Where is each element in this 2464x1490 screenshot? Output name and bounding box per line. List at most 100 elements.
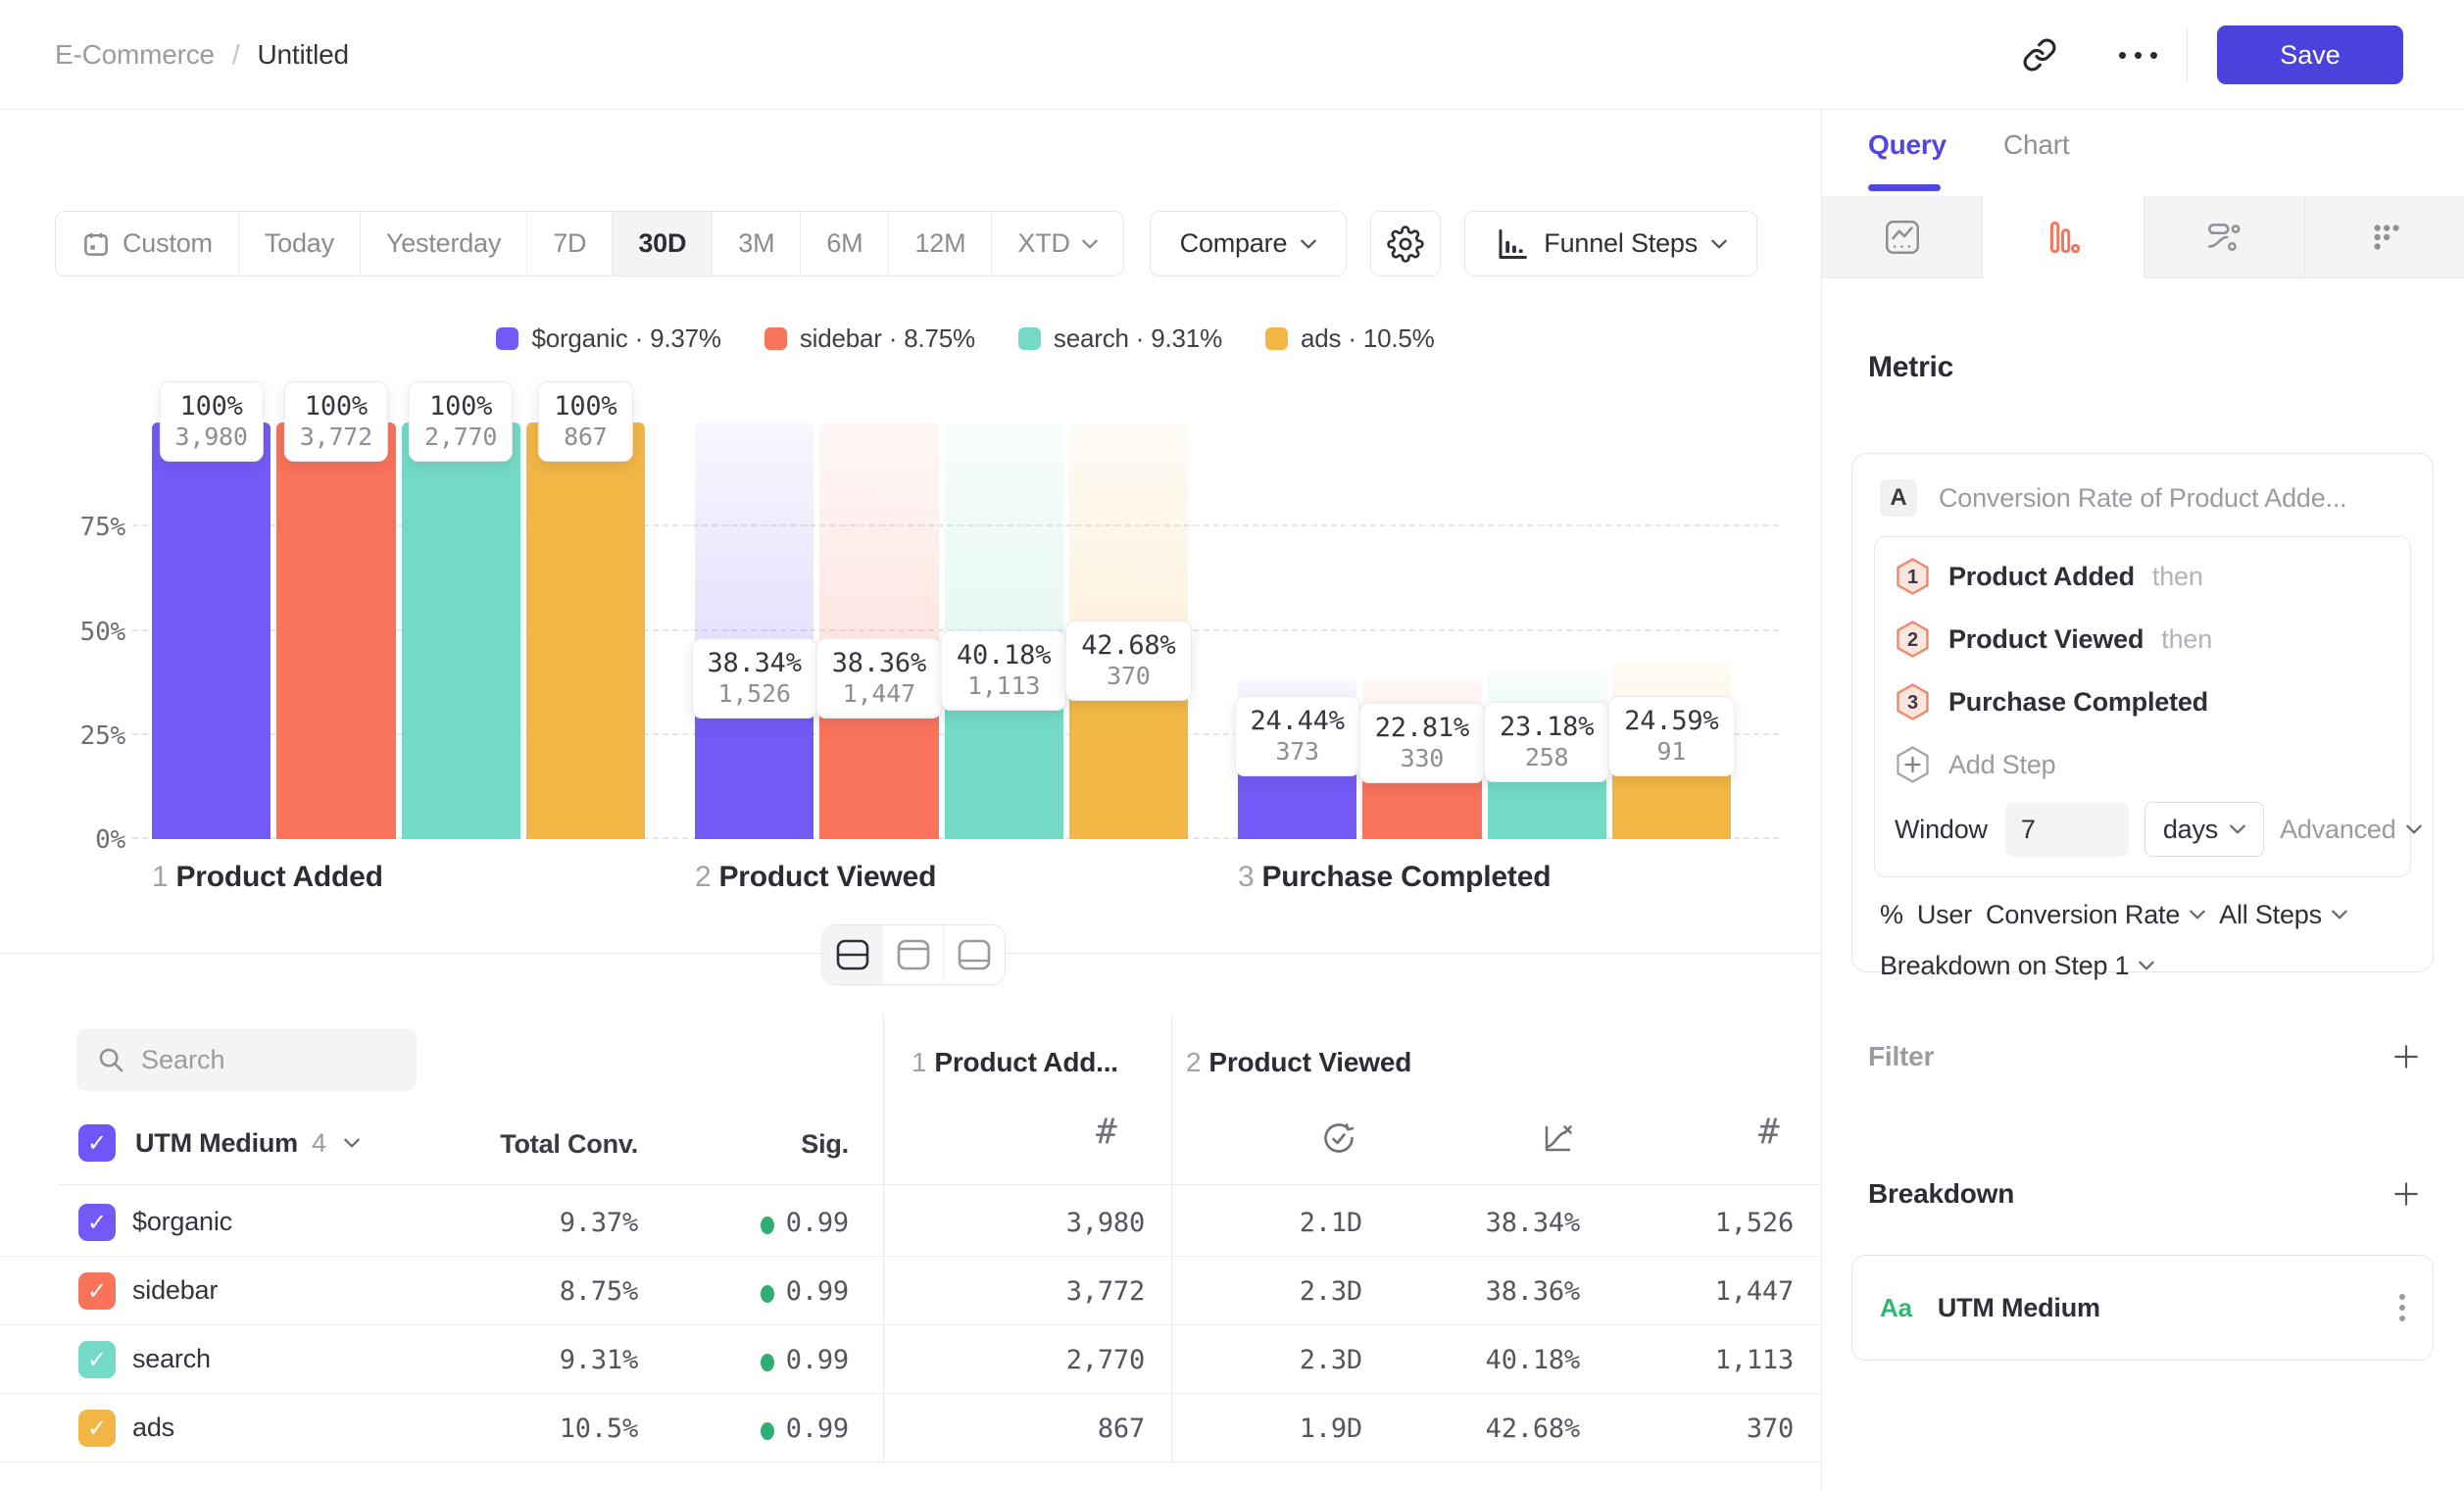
funnel-bar[interactable]: 22.81%330 bbox=[1362, 422, 1481, 839]
bar-pct: 42.68% bbox=[1081, 630, 1175, 662]
table-row[interactable]: ✓sidebar8.75%0.993,7722.3D38.36%1,447 bbox=[0, 1257, 1821, 1325]
query-step[interactable]: 1Product Addedthen bbox=[1875, 545, 2410, 608]
conv-rate-column-icon[interactable] bbox=[1539, 1119, 1576, 1162]
breakdown-column-header[interactable]: ✓ UTM Medium 4 bbox=[78, 1124, 360, 1162]
date-range-6m[interactable]: 6M bbox=[801, 212, 889, 275]
search-input[interactable] bbox=[141, 1045, 386, 1075]
add-filter-button[interactable] bbox=[2391, 1042, 2421, 1071]
tab-insights[interactable] bbox=[1822, 196, 1983, 278]
tab-flows[interactable] bbox=[2144, 196, 2305, 278]
row-sig: 0.99 bbox=[786, 1414, 849, 1444]
bar-count: 2,770 bbox=[424, 422, 497, 452]
table-row[interactable]: ✓search9.31%0.992,7702.3D40.18%1,113 bbox=[0, 1325, 1821, 1394]
count-column-icon[interactable]: # bbox=[1096, 1112, 1116, 1152]
table-search[interactable] bbox=[76, 1028, 417, 1091]
chevron-down-icon bbox=[2406, 824, 2422, 834]
funnel-bar[interactable]: 24.44%373 bbox=[1238, 422, 1356, 839]
funnel-bar[interactable]: 40.18%1,113 bbox=[945, 422, 1063, 839]
tab-chart[interactable]: Chart bbox=[2003, 129, 2069, 174]
chevron-down-icon bbox=[344, 1138, 360, 1148]
legend-item[interactable]: search · 9.31% bbox=[1018, 323, 1222, 354]
window-unit-select[interactable]: days bbox=[2144, 802, 2264, 857]
query-step[interactable]: 3Purchase Completed bbox=[1875, 670, 2410, 733]
row-sig: 0.99 bbox=[786, 1276, 849, 1307]
bar-pct: 38.34% bbox=[707, 648, 801, 679]
date-range-7d[interactable]: 7D bbox=[527, 212, 613, 275]
row-checkbox[interactable]: ✓ bbox=[78, 1341, 116, 1378]
layout-table-only-button[interactable] bbox=[944, 925, 1005, 984]
breadcrumb-parent[interactable]: E-Commerce bbox=[55, 39, 215, 71]
legend-item[interactable]: ads · 10.5% bbox=[1265, 323, 1435, 354]
breakdown-item[interactable]: AaUTM Medium bbox=[1851, 1255, 2434, 1361]
bar-count: 373 bbox=[1250, 737, 1344, 767]
breakdown-on-select[interactable]: Breakdown on Step 1 bbox=[1880, 951, 2154, 981]
date-range-today[interactable]: Today bbox=[239, 212, 361, 275]
query-steps: 1Product Addedthen2Product Viewedthen3Pu… bbox=[1875, 545, 2410, 733]
table-row[interactable]: ✓ads10.5%0.998671.9D42.68%370 bbox=[0, 1394, 1821, 1463]
row-checkbox[interactable]: ✓ bbox=[78, 1272, 116, 1310]
time-to-convert-column-icon[interactable] bbox=[1320, 1119, 1357, 1162]
funnel-bar[interactable]: 42.68%370 bbox=[1069, 422, 1188, 839]
tab-funnels[interactable] bbox=[1983, 196, 2144, 278]
measure-type-select[interactable]: Conversion Rate bbox=[1986, 900, 2205, 930]
clock-check-icon bbox=[1320, 1119, 1357, 1157]
funnel-bar[interactable]: 100%3,772 bbox=[276, 422, 395, 839]
measure-entity[interactable]: User bbox=[1917, 900, 1972, 930]
row-step1-count: 3,772 bbox=[1066, 1276, 1145, 1307]
measure-scope-select[interactable]: All Steps bbox=[2219, 900, 2347, 930]
date-range-yesterday[interactable]: Yesterday bbox=[361, 212, 527, 275]
funnel-bar[interactable]: 100%3,980 bbox=[152, 422, 271, 839]
tab-more-reports[interactable] bbox=[2305, 196, 2464, 278]
tab-query[interactable]: Query bbox=[1868, 129, 1947, 174]
query-step[interactable]: 2Product Viewedthen bbox=[1875, 608, 2410, 670]
row-checkbox[interactable]: ✓ bbox=[78, 1410, 116, 1447]
table-row[interactable]: ✓$organic9.37%0.993,9802.1D38.34%1,526 bbox=[0, 1188, 1821, 1257]
legend-item[interactable]: $organic · 9.37% bbox=[496, 323, 720, 354]
row-conv-rate: 42.68% bbox=[1486, 1414, 1580, 1444]
select-all-checkbox[interactable]: ✓ bbox=[78, 1124, 116, 1162]
row-checkbox[interactable]: ✓ bbox=[78, 1204, 116, 1241]
kebab-menu-icon[interactable] bbox=[2399, 1294, 2405, 1321]
date-range-3m[interactable]: 3M bbox=[713, 212, 801, 275]
funnel-report-page: E-Commerce / Untitled Save CustomTodayYe… bbox=[0, 0, 2464, 1490]
sig-header[interactable]: Sig. bbox=[801, 1129, 849, 1160]
bar-pct: 38.36% bbox=[832, 648, 926, 679]
funnel-bar[interactable]: 38.34%1,526 bbox=[695, 422, 813, 839]
funnel-bar[interactable]: 24.59%91 bbox=[1612, 422, 1731, 839]
chart-legend: $organic · 9.37% sidebar · 8.75% search · … bbox=[137, 323, 1794, 354]
date-range-30d[interactable]: 30D bbox=[613, 212, 713, 275]
chart-settings-button[interactable] bbox=[1370, 211, 1441, 276]
bar-value-label: 100%2,770 bbox=[409, 381, 513, 462]
window-value-input[interactable] bbox=[2005, 802, 2129, 857]
add-breakdown-button[interactable] bbox=[2391, 1179, 2421, 1209]
funnel-bar[interactable]: 100%2,770 bbox=[402, 422, 520, 839]
chart-type-button[interactable]: Funnel Steps bbox=[1464, 211, 1757, 276]
insights-icon bbox=[1882, 217, 1923, 258]
row-total-conv: 9.37% bbox=[560, 1208, 638, 1238]
compare-button[interactable]: Compare bbox=[1150, 211, 1348, 276]
funnel-bar[interactable]: 100%867 bbox=[526, 422, 645, 839]
funnel-bar[interactable]: 23.18%258 bbox=[1488, 422, 1606, 839]
breadcrumb-current[interactable]: Untitled bbox=[258, 39, 349, 71]
date-range-xtd[interactable]: XTD bbox=[992, 212, 1122, 275]
legend-item[interactable]: sidebar · 8.75% bbox=[764, 323, 975, 354]
save-button[interactable]: Save bbox=[2217, 25, 2403, 84]
step-label: 1Product Added bbox=[152, 861, 645, 894]
add-step-button[interactable]: Add Step bbox=[1875, 733, 2410, 796]
significance-dot bbox=[761, 1422, 774, 1440]
table-rows: ✓$organic9.37%0.993,9802.1D38.34%1,526 ✓s… bbox=[0, 1188, 1821, 1463]
report-content: CustomTodayYesterday7D30D3M6M12MXTD Comp… bbox=[0, 110, 1821, 1490]
steps-card: 1Product Addedthen2Product Viewedthen3Pu… bbox=[1874, 536, 2411, 877]
date-range-custom[interactable]: Custom bbox=[56, 212, 239, 275]
funnel-bar[interactable]: 38.36%1,447 bbox=[819, 422, 938, 839]
more-menu-button[interactable] bbox=[2110, 27, 2165, 82]
layout-chart-only-button[interactable] bbox=[883, 925, 944, 984]
count-column-icon[interactable]: # bbox=[1758, 1112, 1779, 1152]
metric-card-header[interactable]: A Conversion Rate of Product Adde... bbox=[1852, 454, 2433, 536]
advanced-toggle[interactable]: Advanced bbox=[2280, 815, 2422, 845]
share-link-button[interactable] bbox=[2012, 27, 2067, 82]
total-conv-header[interactable]: Total Conv. bbox=[500, 1129, 638, 1160]
layout-split-button[interactable] bbox=[822, 925, 883, 984]
date-range-12m[interactable]: 12M bbox=[889, 212, 992, 275]
bar-value-label: 100%3,772 bbox=[284, 381, 388, 462]
